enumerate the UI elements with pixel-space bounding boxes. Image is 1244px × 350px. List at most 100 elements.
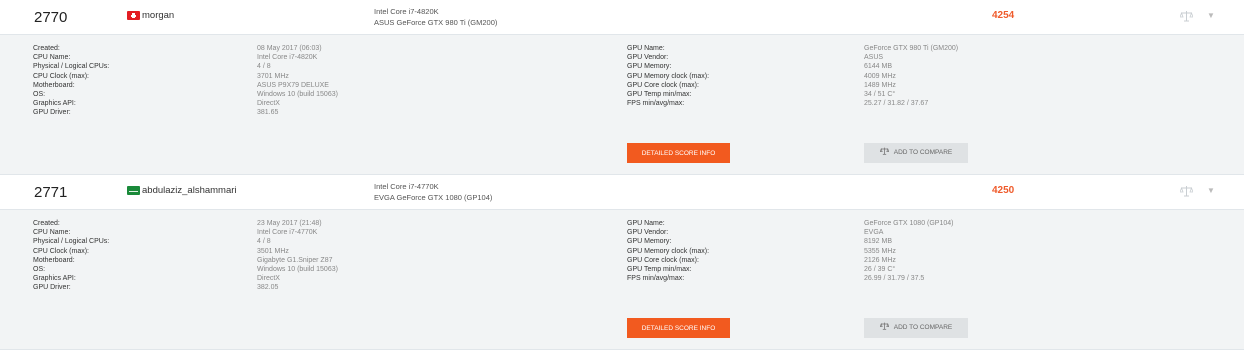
detail-label: Created: [33,220,60,227]
result-entry: 2770 morgan Intel Core i7-4820K ASUS GeF… [0,0,1244,175]
result-summary-row[interactable]: 2770 morgan Intel Core i7-4820K ASUS GeF… [0,0,1244,35]
detail-value: 382.05 [257,284,279,292]
detail-value: 6144 MB [864,63,893,71]
detail-value: EVGA [864,229,884,237]
gpu-summary: ASUS GeForce GTX 980 Ti (GM200) [374,18,498,27]
scale-icon [879,147,889,155]
detail-value: DirectX [257,275,280,283]
gpu-labels: GPU Name: GPU Vendor: GPU Memory: GPU Me… [627,219,709,283]
detail-label: GPU Core clock (max): [627,256,699,264]
switzerland-flag-icon [127,11,140,20]
detail-label: Motherboard: [33,81,75,89]
system-labels: Created: CPU Name: Physical / Logical CP… [33,219,109,293]
detail-value: 23 May 2017 (21:48) [257,220,322,227]
detail-label: GPU Memory: [627,238,672,246]
detailed-score-info-button[interactable]: DETAILED SCORE INFO [627,318,730,338]
gpu-labels: GPU Name: GPU Vendor: GPU Memory: GPU Me… [627,44,709,108]
scale-icon[interactable] [1180,185,1193,197]
detail-value: ASUS [864,54,884,62]
detail-value: 381.65 [257,109,279,117]
result-details-panel: Created: CPU Name: Physical / Logical CP… [0,210,1244,350]
detail-value: 4 / 8 [257,63,271,71]
detail-label: CPU Clock (max): [33,72,90,80]
detail-value: ASUS P9X79 DELUXE [257,81,329,89]
detail-value: 3701 MHz [257,72,289,80]
result-details-panel: Created: CPU Name: Physical / Logical CP… [0,35,1244,175]
gpu-values: GeForce GTX 1080 (GP104) EVGA 8192 MB 53… [864,219,953,283]
detail-label: FPS min/avg/max: [627,100,685,108]
detail-label: Physical / Logical CPUs: [33,238,110,246]
gpu-values: GeForce GTX 980 Ti (GM200) ASUS 6144 MB … [864,44,958,108]
username-link[interactable]: abdulaziz_alshammari [142,185,237,196]
add-to-compare-button[interactable]: ADD TO COMPARE [864,143,968,163]
detail-value: 5355 MHz [864,247,896,255]
system-labels: Created: CPU Name: Physical / Logical CP… [33,44,109,118]
detail-label: GPU Memory clock (max): [627,247,710,255]
add-to-compare-button[interactable]: ADD TO COMPARE [864,318,968,338]
detail-value: 2126 MHz [864,256,896,264]
detail-label: GPU Temp min/max: [627,266,692,274]
detail-value: 26 / 39 C° [864,266,896,274]
detail-label: GPU Name: [627,45,665,52]
result-summary-row[interactable]: 2771 abdulaziz_alshammari Intel Core i7-… [0,175,1244,210]
chevron-down-icon[interactable]: ▼ [1207,186,1215,195]
system-values: 23 May 2017 (21:48) Intel Core i7-4770K … [257,219,338,293]
detail-label: GPU Driver: [33,109,71,117]
detail-label: Motherboard: [33,256,75,264]
detail-value: 8192 MB [864,238,893,246]
detail-label: Graphics API: [33,275,76,283]
detail-value: Gigabyte G1.Sniper Z87 [257,256,333,264]
cpu-summary: Intel Core i7-4770K [374,182,439,191]
hardware-summary: Intel Core i7-4770K EVGA GeForce GTX 108… [374,181,492,203]
detail-value: GeForce GTX 1080 (GP104) [864,220,954,227]
rank-number: 2770 [34,9,68,26]
detail-label: GPU Driver: [33,284,71,292]
score-value: 4254 [992,10,1015,21]
detail-value: 4 / 8 [257,238,271,246]
detail-label: Created: [33,45,60,52]
detail-value: Windows 10 (build 15063) [257,266,338,274]
add-to-compare-label: ADD TO COMPARE [893,324,953,331]
detail-label: GPU Core clock (max): [627,81,699,89]
cpu-summary: Intel Core i7-4820K [374,7,439,16]
gpu-summary: EVGA GeForce GTX 1080 (GP104) [374,193,493,202]
detail-label: GPU Vendor: [627,54,669,62]
detail-value: Intel Core i7-4820K [257,54,318,62]
detail-label: GPU Memory clock (max): [627,72,710,80]
detail-value: 25.27 / 31.82 / 37.67 [864,100,929,108]
saudi-arabia-flag-icon [127,186,140,195]
detail-label: GPU Name: [627,220,665,227]
detail-label: OS: [33,266,46,274]
detail-label: Graphics API: [33,100,76,108]
detailed-score-info-button[interactable]: DETAILED SCORE INFO [627,143,730,163]
chevron-down-icon[interactable]: ▼ [1207,11,1215,20]
add-to-compare-label: ADD TO COMPARE [893,149,953,156]
detail-value: 08 May 2017 (06:03) [257,45,322,52]
hardware-summary: Intel Core i7-4820K ASUS GeForce GTX 980… [374,6,497,28]
detail-value: Windows 10 (build 15063) [257,91,338,99]
result-entry: 2771 abdulaziz_alshammari Intel Core i7-… [0,175,1244,350]
detail-label: GPU Memory: [627,63,672,71]
scale-icon[interactable] [1180,10,1193,22]
detail-label: CPU Name: [33,54,71,62]
rank-number: 2771 [34,184,68,201]
results-list: 2770 morgan Intel Core i7-4820K ASUS GeF… [0,0,1244,350]
scale-icon [879,322,889,330]
detail-label: GPU Vendor: [627,229,669,237]
detail-label: GPU Temp min/max: [627,91,692,99]
username-link[interactable]: morgan [142,10,174,21]
detail-label: OS: [33,91,46,99]
detail-value: Intel Core i7-4770K [257,229,318,237]
detail-value: 1489 MHz [864,81,896,89]
detail-value: GeForce GTX 980 Ti (GM200) [864,45,959,52]
detail-value: 4009 MHz [864,72,896,80]
detail-label: CPU Name: [33,229,71,237]
system-values: 08 May 2017 (06:03) Intel Core i7-4820K … [257,44,338,118]
detail-label: Physical / Logical CPUs: [33,63,110,71]
detail-label: FPS min/avg/max: [627,275,685,283]
score-value: 4250 [992,185,1015,196]
detail-value: 34 / 51 C° [864,91,896,99]
detail-value: 26.99 / 31.79 / 37.5 [864,275,925,283]
detail-value: 3501 MHz [257,247,289,255]
detail-value: DirectX [257,100,280,108]
